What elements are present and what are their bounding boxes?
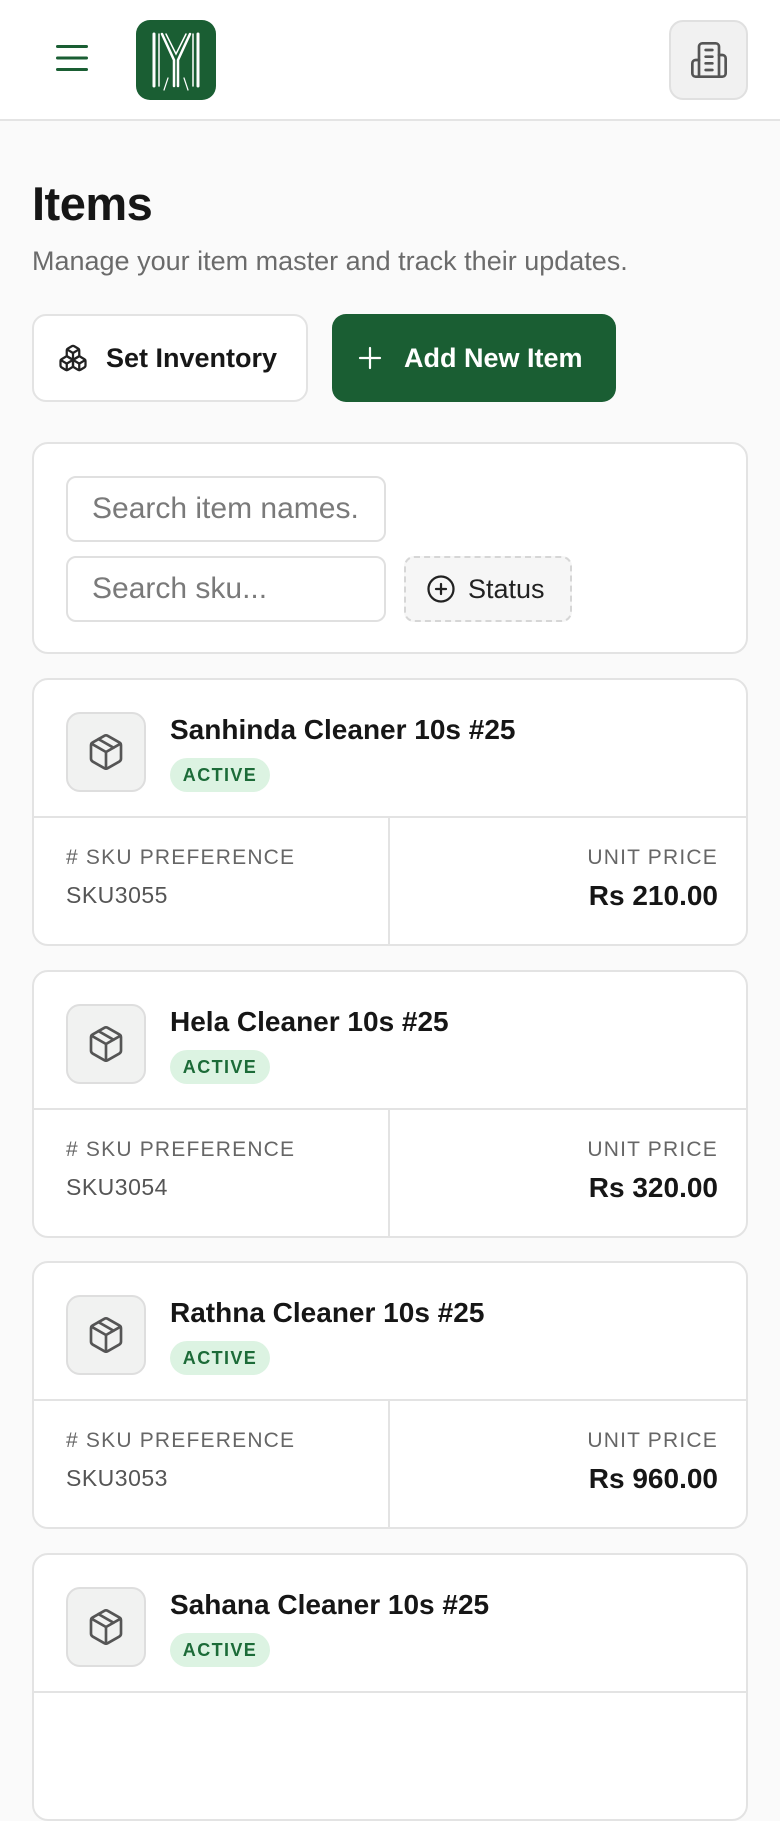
logo-mark-icon [152, 32, 200, 91]
filter-panel: Status [32, 442, 748, 654]
price-section: UNIT PRICE Rs 960.00 [390, 1401, 746, 1527]
unit-price-value: Rs 960.00 [588, 1463, 718, 1494]
unit-price-value: Rs 210.00 [588, 880, 718, 911]
search-sku-input[interactable] [66, 556, 386, 622]
sku-label: # SKU PREFERENCE [66, 1429, 296, 1452]
item-thumbnail [66, 1587, 146, 1667]
item-card[interactable]: Hela Cleaner 10s #25 ACTIVE # SKU PREFER… [32, 970, 748, 1238]
plus-icon [358, 346, 382, 370]
organization-button[interactable] [669, 20, 748, 100]
add-new-item-label: Add New Item [404, 342, 583, 373]
set-inventory-label: Set Inventory [106, 342, 278, 373]
item-card-header: Sahana Cleaner 10s #25 ACTIVE [34, 1555, 746, 1693]
package-icon [89, 734, 123, 770]
sku-value: SKU3055 [66, 882, 168, 908]
set-inventory-button[interactable]: Set Inventory [32, 314, 308, 402]
top-bar [0, 0, 780, 121]
status-badge: ACTIVE [170, 1050, 270, 1084]
sku-value: SKU3053 [66, 1465, 168, 1491]
unit-price-label: UNIT PRICE [587, 846, 718, 869]
page-subtitle: Manage your item master and track their … [32, 246, 628, 276]
sku-label: # SKU PREFERENCE [66, 1138, 296, 1161]
status-badge: ACTIVE [170, 1341, 270, 1375]
item-thumbnail [66, 712, 146, 792]
status-filter-button[interactable]: Status [404, 556, 572, 622]
building-icon [690, 42, 727, 78]
package-icon [89, 1609, 123, 1645]
search-item-name-input[interactable] [66, 476, 386, 542]
item-name: Rathna Cleaner 10s #25 [170, 1297, 485, 1328]
plus-circle-icon [427, 575, 455, 603]
sku-section: # SKU PREFERENCE SKU3054 [34, 1110, 390, 1236]
add-new-item-button[interactable]: Add New Item [332, 314, 616, 402]
item-card[interactable]: Sanhinda Cleaner 10s #25 ACTIVE # SKU PR… [32, 678, 748, 946]
item-card[interactable]: Sahana Cleaner 10s #25 ACTIVE [32, 1553, 748, 1821]
item-card[interactable]: Rathna Cleaner 10s #25 ACTIVE # SKU PREF… [32, 1261, 748, 1529]
brand-logo[interactable] [136, 20, 216, 100]
unit-price-label: UNIT PRICE [587, 1138, 718, 1161]
menu-button[interactable] [44, 30, 100, 86]
item-card-header: Rathna Cleaner 10s #25 ACTIVE [34, 1263, 746, 1401]
package-icon [89, 1317, 123, 1353]
sku-section: # SKU PREFERENCE SKU3055 [34, 818, 390, 944]
status-filter-label: Status [468, 573, 545, 604]
item-name: Hela Cleaner 10s #25 [170, 1006, 449, 1037]
status-badge: ACTIVE [170, 758, 270, 792]
item-name: Sanhinda Cleaner 10s #25 [170, 714, 516, 745]
item-thumbnail [66, 1004, 146, 1084]
price-section: UNIT PRICE Rs 210.00 [390, 818, 746, 944]
unit-price-value: Rs 320.00 [588, 1172, 718, 1203]
item-card-header: Hela Cleaner 10s #25 ACTIVE [34, 972, 746, 1110]
status-badge: ACTIVE [170, 1633, 270, 1667]
sku-section: # SKU PREFERENCE SKU3053 [34, 1401, 390, 1527]
item-thumbnail [66, 1295, 146, 1375]
price-section: UNIT PRICE Rs 320.00 [390, 1110, 746, 1236]
unit-price-label: UNIT PRICE [587, 1429, 718, 1452]
boxes-icon [59, 344, 87, 372]
item-card-header: Sanhinda Cleaner 10s #25 ACTIVE [34, 680, 746, 818]
package-icon [89, 1026, 123, 1062]
page-title: Items [32, 177, 153, 230]
sku-value: SKU3054 [66, 1174, 168, 1200]
hamburger-menu-icon [56, 45, 88, 71]
item-name: Sahana Cleaner 10s #25 [170, 1589, 490, 1620]
sku-label: # SKU PREFERENCE [66, 846, 296, 869]
